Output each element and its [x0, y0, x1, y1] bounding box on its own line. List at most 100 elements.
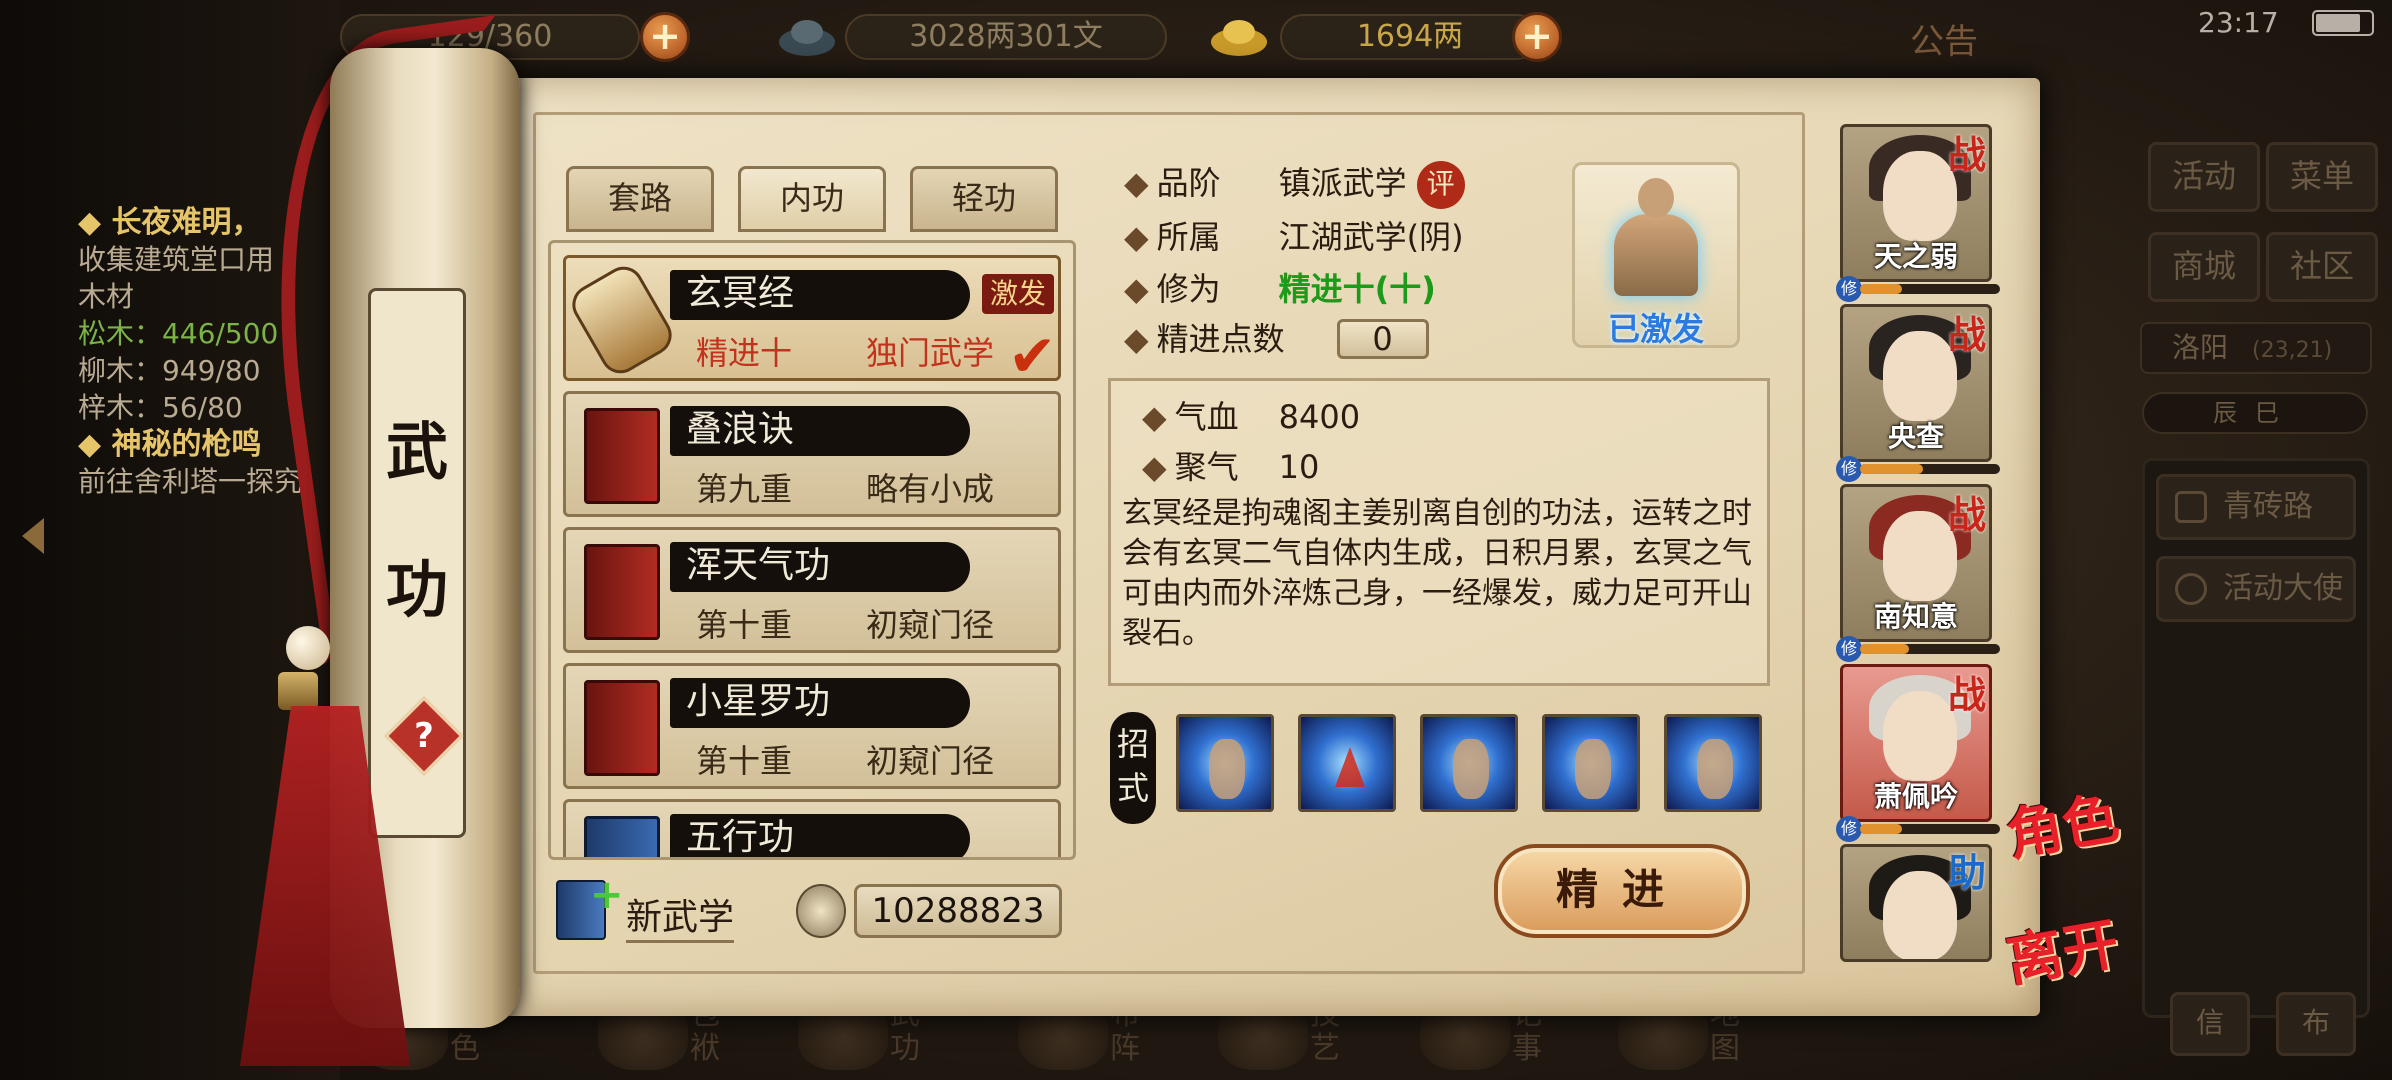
- copper-value: 3028两301文: [909, 19, 1103, 54]
- quest2-desc: 前往舍利塔一探究: [78, 465, 303, 498]
- location-coords: (23,21): [2252, 338, 2333, 363]
- move-slot-3[interactable]: [1420, 714, 1518, 812]
- move-slot-4[interactable]: [1542, 714, 1640, 812]
- gold-value: 1694两: [1356, 19, 1464, 54]
- points-book-icon: [796, 884, 846, 938]
- grade-label: 品阶: [1156, 164, 1221, 202]
- character-name: 萧佩吟: [1873, 780, 1958, 813]
- gold-counter: 1694两: [1280, 14, 1540, 60]
- skill-points-total: 10288823: [854, 884, 1062, 938]
- skill-list[interactable]: 玄冥经 激发 精进十 独门武学 叠浪诀 第九重 略有小成 浑天气功 第十重 初窥…: [548, 240, 1076, 860]
- top-bar: 129/360 + 3028两301文 1694两 + 公告 23:17: [340, 0, 2392, 72]
- move-slot-2[interactable]: [1298, 714, 1396, 812]
- add-stamina-button[interactable]: +: [640, 12, 690, 62]
- book-icon: [584, 408, 660, 504]
- scroll-title-1: 武: [385, 415, 448, 488]
- tab-lightness[interactable]: 轻功: [910, 166, 1058, 232]
- letter-button[interactable]: 信: [2170, 992, 2250, 1056]
- qi-value: 10: [1278, 448, 1320, 486]
- cultivate-progress: [1860, 644, 2000, 654]
- skill-stage: 初窥门径: [866, 742, 995, 780]
- skill-item-xiaoxingluo[interactable]: 小星罗功 第十重 初窥门径: [563, 663, 1061, 789]
- character-list: 天之弱 央查 南知意 萧佩吟: [1840, 124, 1998, 964]
- assist-badge: 助: [1948, 850, 1987, 895]
- cultivate-progress-fill: [1860, 644, 1909, 654]
- grade-value: 镇派武学: [1278, 164, 1407, 202]
- cultivation-value: 精进十(十): [1278, 270, 1436, 308]
- material-pine: 松木：446/500: [78, 317, 279, 350]
- add-gold-button[interactable]: +: [1512, 12, 1562, 62]
- points-row: ◆ 精进点数 0: [1124, 314, 1429, 360]
- collapse-arrow-icon[interactable]: [22, 518, 44, 554]
- skill-name: 浑天气功: [670, 542, 970, 592]
- skill-stage: 独门武学: [866, 334, 995, 372]
- move-slot-1[interactable]: [1176, 714, 1274, 812]
- quest-desc: 收集建筑堂口用: [78, 243, 275, 276]
- location-name: 洛阳: [2172, 331, 2229, 364]
- ambassador-label: 活动大使: [2223, 571, 2343, 606]
- material-catalpa: 梓木：56/80: [78, 391, 243, 424]
- menu-button[interactable]: 菜单: [2266, 142, 2378, 212]
- points-label: 精进点数: [1156, 320, 1285, 358]
- character-name: 天之弱: [1873, 240, 1958, 273]
- meditating-monk-icon: [1614, 178, 1698, 296]
- moves-label: 招式: [1110, 712, 1156, 824]
- activity-button[interactable]: 活动: [2148, 142, 2260, 212]
- qi-row: ◆ 聚气 10: [1142, 442, 1319, 488]
- quest2-title: ◆ 神秘的枪鸣: [78, 427, 262, 462]
- character-name: 南知意: [1873, 600, 1958, 633]
- tab-routines[interactable]: 套路: [566, 166, 714, 232]
- skill-stage: 略有小成: [866, 470, 995, 508]
- skill-stage: 初窥门径: [866, 606, 995, 644]
- belong-row: ◆ 所属 江湖武学(阴): [1124, 212, 1464, 258]
- tassel-bead: [286, 626, 330, 670]
- new-skill-button[interactable]: + 新武学: [556, 872, 756, 943]
- battle-badge: 战: [1948, 492, 1987, 537]
- tab-inner-arts[interactable]: 内功: [738, 166, 886, 232]
- road-button[interactable]: 青砖路: [2156, 474, 2356, 540]
- skill-item-dielang[interactable]: 叠浪诀 第九重 略有小成: [563, 391, 1061, 517]
- material-willow: 柳木：949/80: [78, 354, 261, 387]
- skill-level: 第十重: [696, 742, 793, 780]
- skill-item-wuxing[interactable]: 五行功: [563, 799, 1061, 857]
- battle-badge: 战: [1948, 312, 1987, 357]
- checkmark-icon: ✔: [1008, 322, 1057, 390]
- quest-title: ◆ 长夜难明，: [78, 205, 262, 240]
- location-display[interactable]: 洛阳 (23,21): [2140, 322, 2372, 374]
- quest-tracker[interactable]: ◆ 长夜难明， 收集建筑堂口用 木材 松木：446/500 柳木：949/80 …: [78, 204, 302, 500]
- new-skill-label: 新武学: [626, 888, 735, 943]
- skill-item-huntian[interactable]: 浑天气功 第十重 初窥门径: [563, 527, 1061, 653]
- help-label: ?: [414, 716, 434, 756]
- cultivate-progress: [1860, 284, 2000, 294]
- belong-label: 所属: [1156, 218, 1221, 256]
- clock: 23:17: [2198, 6, 2279, 39]
- cloth-button[interactable]: 布: [2276, 992, 2356, 1056]
- skill-name: 五行功: [670, 814, 970, 857]
- move-slot-5[interactable]: [1664, 714, 1762, 812]
- skill-name: 叠浪诀: [670, 406, 970, 456]
- copper-ingot-icon: [779, 20, 835, 56]
- plus-icon: +: [590, 872, 624, 918]
- road-label: 青砖路: [2223, 489, 2313, 524]
- activated-label: 已激发: [1607, 310, 1704, 348]
- skill-name: 小星罗功: [670, 678, 970, 728]
- cultivation-label: 修为: [1156, 270, 1221, 308]
- cultivate-icon: 修: [1836, 816, 1862, 842]
- train-button[interactable]: 精进: [1494, 844, 1750, 938]
- community-button[interactable]: 社区: [2266, 232, 2378, 302]
- shop-button[interactable]: 商城: [2148, 232, 2260, 302]
- rate-badge[interactable]: 评: [1416, 161, 1465, 209]
- activity-ambassador-button[interactable]: 活动大使: [2156, 556, 2356, 622]
- cultivate-icon: 修: [1836, 276, 1862, 302]
- cultivate-progress-fill: [1860, 464, 1923, 474]
- notice-button[interactable]: 公告: [1910, 14, 1978, 63]
- skill-description: 玄冥经是拘魂阁主姜别离自创的功法，运转之时会有玄冥二气自体内生成，日积月累，玄冥…: [1122, 496, 1752, 651]
- skill-level: 精进十: [696, 334, 793, 372]
- activated-tag: 激发: [982, 274, 1055, 314]
- battle-badge: 战: [1948, 672, 1987, 717]
- hp-value: 8400: [1278, 398, 1361, 436]
- hp-row: ◆ 气血 8400: [1142, 392, 1360, 438]
- time-dial: 辰巳: [2142, 392, 2368, 434]
- skill-item-xuanming[interactable]: 玄冥经 激发 精进十 独门武学: [563, 255, 1061, 381]
- qi-label: 聚气: [1174, 448, 1239, 486]
